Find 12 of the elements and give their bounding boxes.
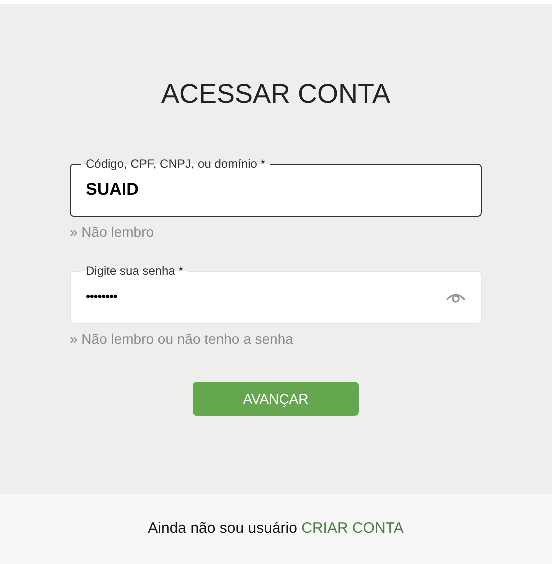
field-value: SUAID: [86, 179, 139, 202]
field-value: ••••••••: [86, 288, 118, 306]
help-link[interactable]: » Não lembro: [70, 222, 154, 243]
input-field[interactable]: Código, CPF, CNPJ, ou domínio * SUAID: [70, 156, 482, 217]
submit-button[interactable]: AVANÇAR: [193, 382, 359, 416]
field-label: Digite sua senha *: [85, 263, 184, 279]
password-field[interactable]: Digite sua senha * ••••••••: [70, 263, 482, 324]
page-title: ACESSAR CONTA: [161, 78, 391, 111]
create-account-link[interactable]: CRIAR CONTA: [302, 520, 404, 537]
help-link[interactable]: » Não lembro ou não tenho a senha: [70, 329, 294, 350]
field-label: Código, CPF, CNPJ, ou domínio *: [85, 156, 266, 172]
footer-text: Ainda não sou usuário: [148, 520, 298, 537]
